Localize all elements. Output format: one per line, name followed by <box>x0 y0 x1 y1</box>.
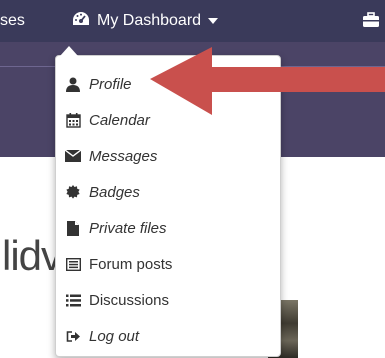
file-icon <box>65 220 81 236</box>
menu-item-forum-posts[interactable]: Forum posts <box>56 246 280 282</box>
menu-item-label: Forum posts <box>89 255 173 273</box>
menu-item-log-out[interactable]: Log out <box>56 318 280 354</box>
menu-item-private-files[interactable]: Private files <box>56 210 280 246</box>
menu-item-badges[interactable]: Badges <box>56 174 280 210</box>
menu-item-label: Profile <box>89 75 132 93</box>
briefcase-icon[interactable] <box>362 12 380 33</box>
sign-out-icon <box>65 328 81 344</box>
menu-item-label: Log out <box>89 327 140 345</box>
list-icon <box>65 292 81 308</box>
dropdown-caret <box>60 46 78 56</box>
nav-link-courses[interactable]: ses <box>0 12 25 30</box>
dashboard-gauge-icon <box>72 11 90 32</box>
menu-item-messages[interactable]: Messages <box>56 138 280 174</box>
envelope-icon <box>65 148 81 164</box>
menu-item-label: Badges <box>89 183 140 201</box>
page-heading-fragment: lidv <box>2 232 62 279</box>
top-navbar: ses My Dashboard <box>0 0 385 42</box>
certificate-icon <box>65 184 81 200</box>
dashboard-label: My Dashboard <box>97 12 202 29</box>
menu-item-label: Discussions <box>89 291 170 309</box>
list-alt-icon <box>65 256 81 272</box>
annotation-arrow <box>150 47 385 115</box>
menu-item-label: Calendar <box>89 111 150 129</box>
calendar-icon <box>65 112 81 128</box>
menu-item-label: Private files <box>89 219 167 237</box>
annotation-arrow-shape <box>150 47 385 115</box>
menu-item-discussions[interactable]: Discussions <box>56 282 280 318</box>
user-icon <box>65 76 81 92</box>
menu-item-label: Messages <box>89 147 158 165</box>
caret-down-icon <box>208 12 219 30</box>
my-dashboard-dropdown-toggle[interactable]: My Dashboard <box>72 10 219 32</box>
